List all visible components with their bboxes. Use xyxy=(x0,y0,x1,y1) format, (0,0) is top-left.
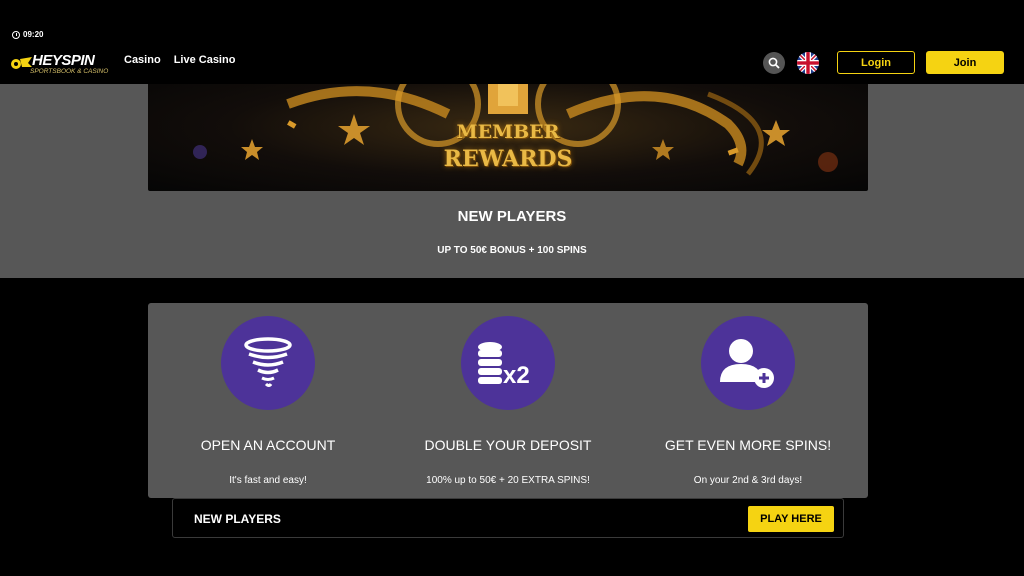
step-open-account: OPEN AN ACCOUNT It's fast and easy! xyxy=(148,303,388,498)
logo-tagline: SPORTSBOOK & CASINO xyxy=(30,68,109,75)
language-selector[interactable] xyxy=(797,52,819,74)
add-user-icon xyxy=(720,339,774,388)
step-icon-circle: x2 xyxy=(461,316,555,410)
logo-text: HEYSPIN xyxy=(32,52,95,69)
join-button[interactable]: Join xyxy=(926,51,1004,74)
clock-icon xyxy=(12,30,20,39)
brand-logo[interactable]: HEYSPIN SPORTSBOOK & CASINO xyxy=(10,50,109,78)
tornado-icon xyxy=(244,337,292,387)
step-title: DOUBLE YOUR DEPOSIT xyxy=(424,437,592,453)
step-description: On your 2nd & 3rd days! xyxy=(693,475,803,486)
play-here-button[interactable]: PLAY HERE xyxy=(748,506,834,532)
member-rewards-banner[interactable]: MEMBER REWARDS xyxy=(148,84,868,191)
coins-x2-icon: x2 xyxy=(478,342,530,387)
banner-title-line1: MEMBER xyxy=(456,121,560,143)
status-time-text: 09:20 xyxy=(23,30,44,39)
search-icon xyxy=(768,57,780,69)
step-description: It's fast and easy! xyxy=(229,475,307,486)
step-title: GET EVEN MORE SPINS! xyxy=(664,437,832,453)
status-bar: 09:20 xyxy=(0,0,1024,40)
nav-live-casino[interactable]: Live Casino xyxy=(174,54,236,66)
search-button[interactable] xyxy=(763,52,785,74)
step-icon-circle xyxy=(701,316,795,410)
step-description: 100% up to 50€ + 20 EXTRA SPINS! xyxy=(426,475,590,486)
step-title: OPEN AN ACCOUNT xyxy=(200,437,336,453)
main-nav: Casino Live Casino xyxy=(124,54,235,66)
step-more-spins: GET EVEN MORE SPINS! On your 2nd & 3rd d… xyxy=(628,303,868,498)
promo-heading: NEW PLAYERS xyxy=(457,208,567,225)
steps-card: OPEN AN ACCOUNT It's fast and easy! x2 D… xyxy=(148,303,868,498)
coins-x2-label: x2 xyxy=(503,362,530,387)
step-double-deposit: x2 DOUBLE YOUR DEPOSIT 100% up to 50€ + … xyxy=(388,303,628,498)
new-players-cta-bar: NEW PLAYERS PLAY HERE xyxy=(172,498,844,538)
site-header: HEYSPIN SPORTSBOOK & CASINO Casino Live … xyxy=(0,40,1024,84)
promo-subheading: UP TO 50€ BONUS + 100 SPINS xyxy=(437,245,587,256)
banner-title-line2: REWARDS xyxy=(443,146,573,172)
status-time: 09:20 xyxy=(12,30,43,39)
nav-casino[interactable]: Casino xyxy=(124,54,161,66)
login-button[interactable]: Login xyxy=(837,51,915,74)
promo-section: MEMBER REWARDS NEW PLAYERS UP TO 50€ BON… xyxy=(0,84,1024,278)
uk-flag-icon xyxy=(797,52,819,74)
cta-label: NEW PLAYERS xyxy=(194,512,281,526)
step-icon-circle xyxy=(221,316,315,410)
